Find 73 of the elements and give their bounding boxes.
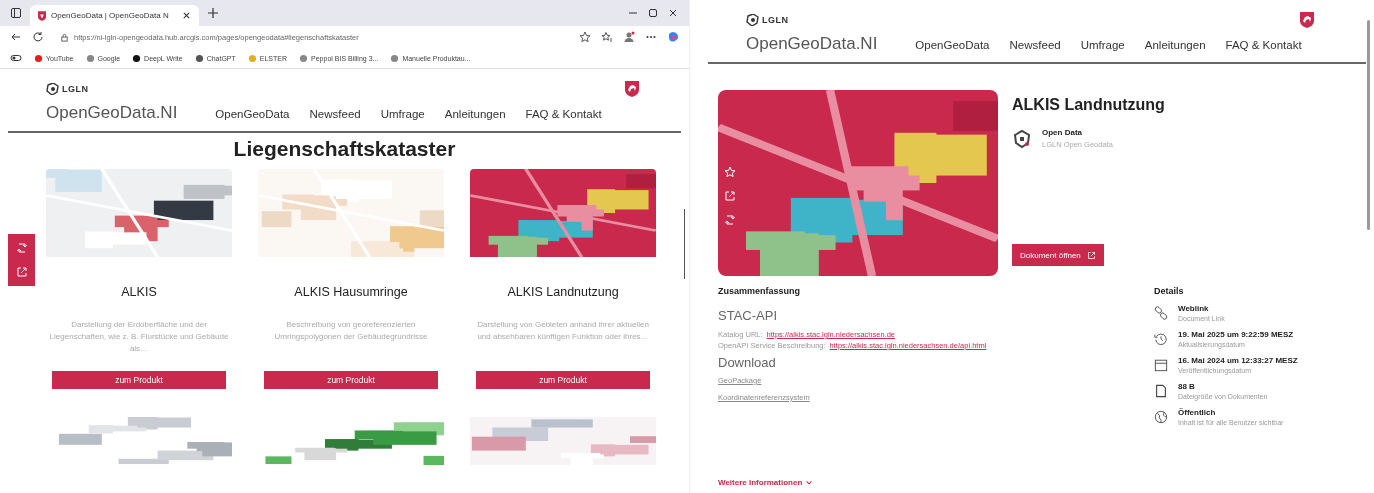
nav-link[interactable]: Newsfeed <box>1009 39 1061 51</box>
detail-value: 88 B <box>1178 382 1196 391</box>
section-heading: Liegenschaftskataster <box>232 137 457 161</box>
favicon-icon <box>85 53 95 63</box>
subheading: STAC-API <box>718 308 778 323</box>
nav-link[interactable]: Umfrage <box>1080 39 1125 51</box>
shield-icon <box>38 10 46 21</box>
coat-of-arms-icon <box>1300 12 1314 28</box>
card-title[interactable]: ALKIS <box>121 285 157 299</box>
card-title[interactable]: ALKIS Landnutzung <box>507 285 619 299</box>
new-tab-icon[interactable] <box>206 7 219 19</box>
external-link-icon <box>1086 250 1096 260</box>
favicon-icon <box>34 53 43 63</box>
browser-tab[interactable]: OpenGeoData | OpenGeoData N <box>30 5 199 26</box>
nav-link[interactable]: FAQ & Kontakt <box>1225 39 1302 51</box>
assistant-icon[interactable] <box>667 31 679 43</box>
reload-icon[interactable] <box>32 31 44 43</box>
lock-icon <box>60 32 69 42</box>
share-icon[interactable] <box>724 190 736 202</box>
product-button[interactable]: zum Produkt <box>264 371 438 389</box>
product-button[interactable]: zum Produkt <box>52 371 226 389</box>
refresh-icon[interactable] <box>724 214 736 226</box>
calendar-icon <box>1154 358 1168 372</box>
site-name[interactable]: OpenGeoData.NI <box>46 103 178 123</box>
section-label: Zusammenfassung <box>718 286 802 296</box>
favicon-icon <box>132 53 142 63</box>
card-title[interactable]: ALKIS Hausumringe <box>294 285 408 299</box>
lgln-logo[interactable]: LGLN <box>746 14 789 26</box>
item-title: ALKIS Landnutzung <box>1012 96 1165 114</box>
detail-value: Öffentlich <box>1178 408 1217 417</box>
nav-link[interactable]: FAQ & Kontakt <box>525 108 602 120</box>
publisher-name: Open Data <box>1042 128 1083 137</box>
star-icon[interactable] <box>579 31 591 43</box>
maximize-icon[interactable] <box>647 7 659 19</box>
card-description: Darstellung von Gebieten anhand ihrer aktuellen und absehbaren künftigen Funktion oder ihres… <box>476 319 650 343</box>
favicon-icon <box>194 53 204 63</box>
close-icon[interactable] <box>667 7 679 19</box>
nav-link[interactable]: Anleitungen <box>1144 39 1206 51</box>
nav-link[interactable]: OpenGeoData <box>215 108 290 120</box>
nav-link[interactable]: OpenGeoData <box>915 39 990 51</box>
favorites-icon[interactable] <box>601 31 613 43</box>
link-icon <box>1154 306 1168 320</box>
nav-link[interactable]: Newsfeed <box>309 108 361 120</box>
detail-value: 16. Mai 2024 um 12:33:27 MESZ <box>1178 356 1298 365</box>
refresh-icon[interactable] <box>15 242 28 254</box>
back-icon[interactable] <box>10 31 22 43</box>
globe-icon <box>1154 410 1168 424</box>
profile-icon[interactable] <box>623 31 635 43</box>
close-icon[interactable] <box>181 11 191 20</box>
site-name[interactable]: OpenGeoData.NI <box>746 34 878 54</box>
product-button[interactable]: zum Produkt <box>476 371 650 389</box>
favicon-icon <box>299 53 309 63</box>
card-description: Beschreibung von georeferenzierten Umringspolygonen der Gebäudegrundrisse <box>273 319 429 343</box>
share-icon[interactable] <box>15 266 28 278</box>
open-document-button[interactable]: Dokument öffnen <box>1012 244 1104 266</box>
chevron-down-icon <box>805 478 814 487</box>
coat-of-arms-icon <box>625 81 639 97</box>
tab-actions-icon[interactable] <box>10 7 22 19</box>
lgln-logo[interactable]: LGLN <box>46 83 89 95</box>
section-label: Details <box>1154 286 1185 296</box>
card-description: Darstellung der Erdoberfläche und der Liegenschaften, wie z. B. Flurstücke und Gebäude als… <box>49 319 229 355</box>
nav-link[interactable]: Umfrage <box>380 108 425 120</box>
nav-link[interactable]: Anleitungen <box>444 108 506 120</box>
cube-logo-icon <box>1012 128 1032 149</box>
favicon-icon <box>247 53 257 63</box>
toggle-icon[interactable] <box>10 52 22 64</box>
more-info-link[interactable]: Weitere Informationen <box>718 478 987 487</box>
subheading: Download <box>718 355 777 370</box>
favicon-icon <box>390 53 400 63</box>
detail-value: Weblink <box>1178 304 1210 313</box>
file-icon <box>1154 384 1168 398</box>
detail-value: 19. Mai 2025 um 9:22:59 MESZ <box>1178 330 1294 339</box>
history-icon <box>1154 332 1168 346</box>
